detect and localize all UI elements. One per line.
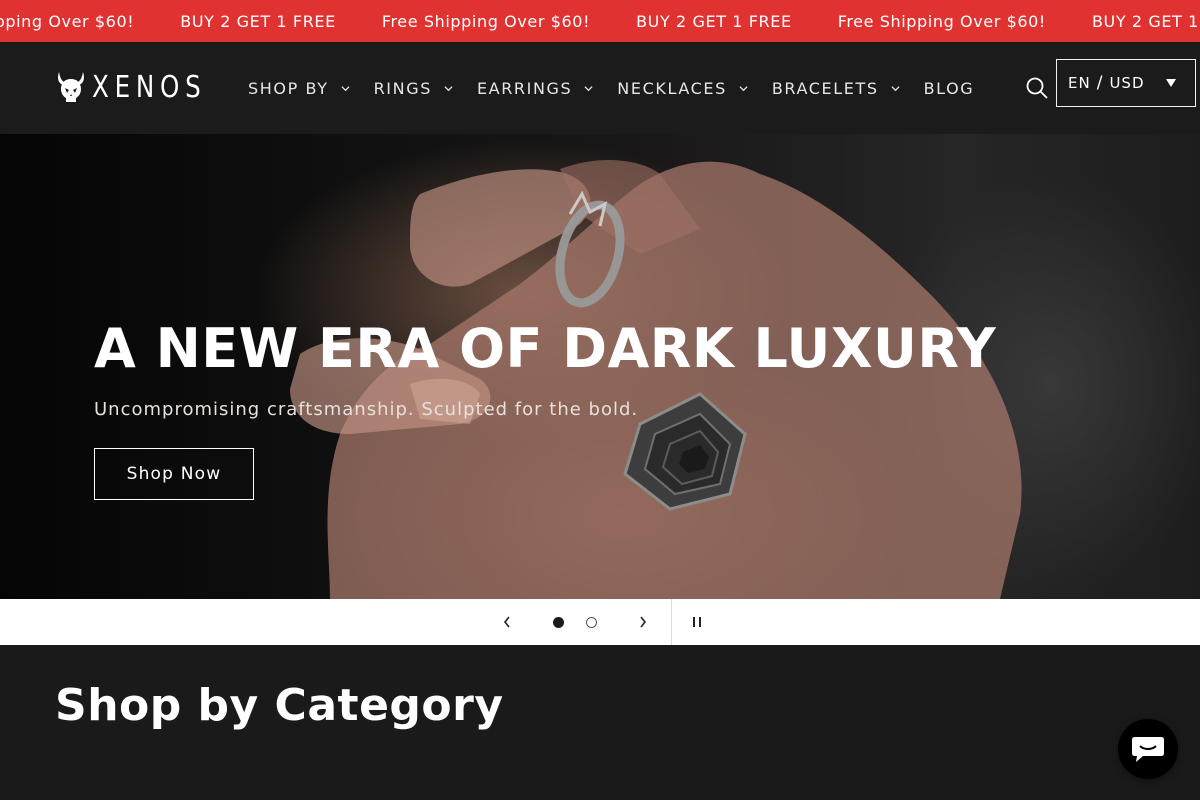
nav-earrings[interactable]: EARRINGS [477, 79, 593, 98]
slider-controls [0, 599, 1200, 645]
currency-label: USD [1109, 74, 1145, 92]
chevron-down-icon [739, 85, 748, 91]
chevron-down-icon [341, 85, 350, 91]
nav-label: NECKLACES [617, 78, 727, 98]
next-slide-button[interactable] [626, 599, 660, 645]
section-title: Shop by Category [55, 680, 504, 731]
active-dot [552, 616, 564, 628]
nav-necklaces[interactable]: NECKLACES [617, 79, 748, 98]
search-button[interactable] [1024, 75, 1050, 101]
nav-blog[interactable]: BLOG [924, 79, 975, 98]
announcement-item: Free Shipping Over $60! [837, 11, 1046, 31]
chat-button[interactable] [1118, 719, 1178, 779]
nav-bracelets[interactable]: BRACELETS [772, 79, 900, 98]
logo[interactable]: XENOS [56, 69, 232, 105]
nav-shop-by[interactable]: SHOP BY [248, 79, 350, 98]
announcement-item: Free Shipping Over $60! [0, 11, 135, 31]
announcement-item: BUY 2 GET 1 FREE [1091, 11, 1200, 31]
locale-selector[interactable]: EN / USD [1056, 59, 1196, 107]
nav-label: EARRINGS [476, 78, 573, 98]
site-header: XENOS SHOP BY RINGS EARRINGS NECKLACES B… [0, 42, 1200, 134]
previous-slide-button[interactable] [490, 599, 524, 645]
announcement-bar: Free Shipping Over $60! BUY 2 GET 1 FREE… [0, 0, 1200, 42]
hero-banner: A NEW ERA OF DARK LUXURY Uncompromising … [0, 134, 1200, 599]
caret-down-icon [1166, 79, 1176, 87]
search-icon [1026, 77, 1048, 99]
locale-separator: / [1096, 73, 1104, 93]
shop-now-button[interactable]: Shop Now [94, 448, 254, 500]
nav-label: SHOP BY [248, 78, 329, 98]
chevron-down-icon [444, 85, 453, 91]
chevron-down-icon [891, 85, 900, 91]
announcement-item: BUY 2 GET 1 FREE [180, 11, 336, 31]
chevron-down-icon [584, 85, 593, 91]
main-nav: SHOP BY RINGS EARRINGS NECKLACES BRACELE… [248, 42, 974, 134]
language-label: EN [1068, 74, 1091, 92]
slide-dot-2[interactable] [580, 599, 602, 645]
inactive-dot [585, 616, 597, 628]
control-divider [671, 599, 672, 645]
hero-subtitle: Uncompromising craftsmanship. Sculpted f… [94, 399, 639, 420]
nav-label: BRACELETS [771, 78, 879, 98]
category-section: Shop by Category [0, 645, 1200, 800]
pause-icon [693, 617, 701, 627]
chevron-left-icon [503, 616, 510, 628]
pause-slideshow-button[interactable] [680, 599, 714, 645]
hero-title: A NEW ERA OF DARK LUXURY [94, 317, 997, 380]
nav-label: RINGS [373, 78, 432, 98]
nav-rings[interactable]: RINGS [374, 79, 453, 98]
announcement-item: Free Shipping Over $60! [381, 11, 591, 31]
logo-text: XENOS [92, 69, 207, 105]
horned-skull-icon [58, 72, 84, 102]
chat-icon [1132, 737, 1164, 762]
chevron-right-icon [640, 616, 647, 628]
nav-label: BLOG [923, 78, 975, 98]
announcement-track: Free Shipping Over $60! BUY 2 GET 1 FREE… [0, 0, 1200, 42]
slide-dot-1[interactable] [547, 599, 569, 645]
announcement-item: BUY 2 GET 1 FREE [636, 11, 792, 31]
